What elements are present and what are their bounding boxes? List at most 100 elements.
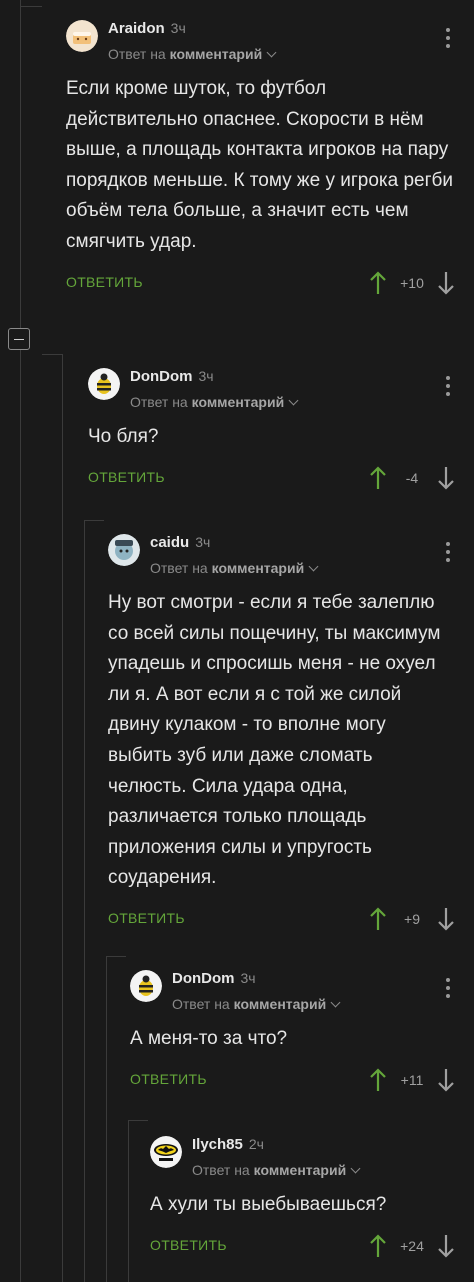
collapse-thread-button[interactable] bbox=[8, 328, 30, 350]
batman-avatar[interactable] bbox=[150, 1136, 182, 1168]
comment-score: +9 bbox=[404, 910, 420, 927]
comment: caidu 3ч Ответ на комментарий Ну вот смот… bbox=[108, 514, 474, 934]
comment-text: Ну вот смотри - если я тебе залеплю со в… bbox=[108, 592, 441, 889]
more-options-icon[interactable] bbox=[446, 28, 450, 52]
comment-header: caidu 3ч Ответ на комментарий bbox=[108, 514, 474, 576]
comment-actions: ОТВЕТИТЬ +9 bbox=[108, 904, 474, 934]
more-options-icon[interactable] bbox=[446, 376, 450, 400]
comment-time: 3ч bbox=[198, 368, 214, 384]
reply-button[interactable]: ОТВЕТИТЬ bbox=[88, 469, 165, 485]
reply-to[interactable]: Ответ на комментарий bbox=[130, 394, 299, 410]
comment: DonDom 3ч Ответ на комментарий Чо бля? ОТ… bbox=[88, 348, 474, 493]
author-name[interactable]: Araidon bbox=[108, 20, 165, 37]
chevron-down-icon[interactable] bbox=[288, 395, 299, 406]
comment-actions: ОТВЕТИТЬ -4 bbox=[88, 463, 474, 493]
thread-line bbox=[62, 354, 63, 1282]
thread-line bbox=[20, 0, 21, 328]
reply-target[interactable]: комментарий bbox=[254, 1162, 347, 1178]
comment-text: Если кроме шуток, то футбол действительн… bbox=[66, 78, 454, 252]
thread-line bbox=[42, 354, 62, 355]
thread-line bbox=[84, 520, 104, 521]
comment-time: 3ч bbox=[240, 970, 256, 986]
comment-score: -4 bbox=[405, 469, 419, 486]
comment: Araidon 3ч Ответ на комментарий Если кром… bbox=[66, 0, 474, 298]
reply-button[interactable]: ОТВЕТИТЬ bbox=[130, 1071, 207, 1087]
comment: Ilych85 2ч Ответ на комментарий А хули ты… bbox=[150, 1116, 474, 1261]
comment-author[interactable]: DonDom 3ч bbox=[172, 970, 256, 987]
reply-prefix: Ответ на bbox=[108, 46, 166, 62]
reply-prefix: Ответ на bbox=[150, 560, 208, 576]
more-options-icon[interactable] bbox=[446, 542, 450, 566]
vote-controls: +10 bbox=[368, 268, 456, 298]
comment-score: +24 bbox=[400, 1237, 424, 1254]
reply-to[interactable]: Ответ на комментарий bbox=[150, 560, 319, 576]
thread-line bbox=[84, 520, 85, 1282]
comment-time: 2ч bbox=[248, 1136, 264, 1152]
reply-target[interactable]: комментарий bbox=[212, 560, 305, 576]
thread-line bbox=[106, 956, 107, 1282]
chevron-down-icon[interactable] bbox=[330, 997, 341, 1008]
upvote-icon[interactable] bbox=[368, 270, 388, 296]
comment-text: А меня-то за что? bbox=[130, 1028, 288, 1049]
downvote-icon[interactable] bbox=[436, 906, 456, 932]
upvote-icon[interactable] bbox=[368, 906, 388, 932]
downvote-icon[interactable] bbox=[436, 1233, 456, 1259]
reply-target[interactable]: комментарий bbox=[170, 46, 263, 62]
comment-author[interactable]: Ilych85 2ч bbox=[192, 1136, 264, 1153]
chevron-down-icon[interactable] bbox=[266, 47, 277, 58]
upvote-icon[interactable] bbox=[368, 1067, 388, 1093]
comment-score: +10 bbox=[400, 274, 424, 291]
cartoon-avatar[interactable] bbox=[108, 534, 140, 566]
reply-to[interactable]: Ответ на комментарий bbox=[172, 996, 341, 1012]
upvote-icon[interactable] bbox=[368, 465, 388, 491]
vote-controls: -4 bbox=[368, 463, 456, 493]
reply-prefix: Ответ на bbox=[192, 1162, 250, 1178]
downvote-icon[interactable] bbox=[436, 1067, 456, 1093]
downvote-icon[interactable] bbox=[436, 465, 456, 491]
upvote-icon[interactable] bbox=[368, 1233, 388, 1259]
bee-avatar[interactable] bbox=[130, 970, 162, 1002]
thread-line bbox=[128, 1120, 148, 1121]
thread-line bbox=[20, 350, 21, 1282]
comment-author[interactable]: Araidon 3ч bbox=[108, 20, 186, 37]
thread-line bbox=[20, 6, 42, 7]
author-name[interactable]: DonDom bbox=[172, 970, 235, 987]
more-options-icon[interactable] bbox=[446, 978, 450, 1002]
reply-prefix: Ответ на bbox=[130, 394, 188, 410]
comment-author[interactable]: DonDom 3ч bbox=[130, 368, 214, 385]
comment-actions: ОТВЕТИТЬ +11 bbox=[130, 1065, 474, 1095]
comment-text: А хули ты выебываешься? bbox=[150, 1194, 387, 1215]
reply-button[interactable]: ОТВЕТИТЬ bbox=[108, 910, 185, 926]
author-name[interactable]: DonDom bbox=[130, 368, 193, 385]
bee-avatar[interactable] bbox=[88, 368, 120, 400]
comment-score: +11 bbox=[400, 1071, 424, 1088]
comment-actions: ОТВЕТИТЬ +10 bbox=[66, 268, 474, 298]
vote-controls: +24 bbox=[368, 1231, 456, 1261]
reply-prefix: Ответ на bbox=[172, 996, 230, 1012]
comment-text: Чо бля? bbox=[88, 426, 159, 447]
comment-actions: ОТВЕТИТЬ +24 bbox=[150, 1231, 474, 1261]
comment-header: Ilych85 2ч Ответ на комментарий bbox=[150, 1116, 474, 1178]
chevron-down-icon[interactable] bbox=[308, 561, 319, 572]
comment-time: 3ч bbox=[170, 20, 186, 36]
comment: DonDom 3ч Ответ на комментарий А меня-то … bbox=[130, 950, 474, 1095]
reply-button[interactable]: ОТВЕТИТЬ bbox=[66, 274, 143, 290]
thread-line bbox=[128, 1120, 129, 1282]
chevron-down-icon[interactable] bbox=[350, 1163, 361, 1174]
comment-header: DonDom 3ч Ответ на комментарий bbox=[130, 950, 474, 1012]
reply-to[interactable]: Ответ на комментарий bbox=[108, 46, 277, 62]
reply-target[interactable]: комментарий bbox=[192, 394, 285, 410]
vote-controls: +11 bbox=[368, 1065, 456, 1095]
reply-button[interactable]: ОТВЕТИТЬ bbox=[150, 1237, 227, 1253]
author-name[interactable]: Ilych85 bbox=[192, 1136, 243, 1153]
author-name[interactable]: caidu bbox=[150, 534, 189, 551]
cake-avatar[interactable] bbox=[66, 20, 98, 52]
downvote-icon[interactable] bbox=[436, 270, 456, 296]
comment-time: 3ч bbox=[195, 534, 211, 550]
reply-target[interactable]: комментарий bbox=[234, 996, 327, 1012]
thread-line bbox=[106, 956, 126, 957]
reply-to[interactable]: Ответ на комментарий bbox=[192, 1162, 361, 1178]
comment-author[interactable]: caidu 3ч bbox=[150, 534, 210, 551]
comment-header: Araidon 3ч Ответ на комментарий bbox=[66, 0, 474, 62]
comment-header: DonDom 3ч Ответ на комментарий bbox=[88, 348, 474, 410]
